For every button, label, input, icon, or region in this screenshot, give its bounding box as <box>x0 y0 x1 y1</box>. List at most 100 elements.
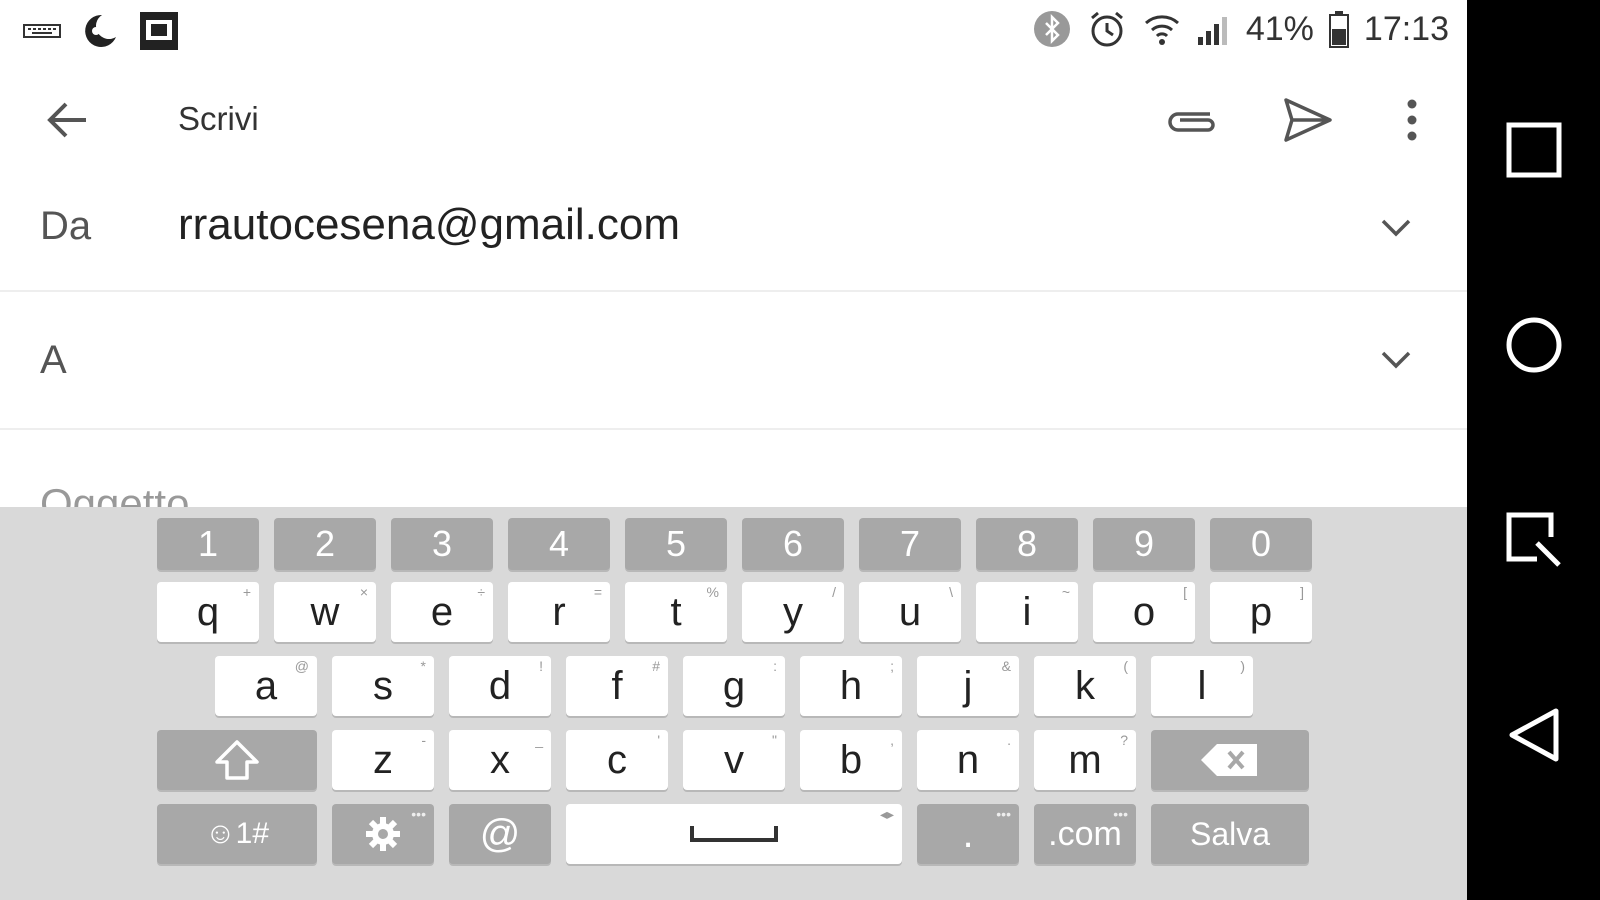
key-secondary-label: ! <box>539 658 543 674</box>
number-key[interactable]: 8 <box>976 518 1078 570</box>
recents-button[interactable] <box>1467 95 1600 205</box>
key-label: l <box>1197 663 1207 708</box>
letter-key[interactable]: v " <box>683 730 785 790</box>
key-secondary-label: ? <box>1120 732 1128 748</box>
key-label: x <box>490 737 510 782</box>
to-expand-button[interactable] <box>1370 340 1422 380</box>
signal-icon <box>1196 11 1232 47</box>
key-secondary-label: " <box>772 732 777 748</box>
letter-key[interactable]: b, <box>800 730 902 790</box>
letter-key[interactable]: g: <box>683 656 785 716</box>
shift-icon <box>215 740 259 780</box>
period-key[interactable]: . ••• <box>917 804 1019 864</box>
letter-key[interactable]: h; <box>800 656 902 716</box>
from-account[interactable]: rrautocesena@gmail.com <box>178 200 680 250</box>
letter-key[interactable]: k( <box>1034 656 1136 716</box>
space-key[interactable]: ◂▸ <box>566 804 902 864</box>
letter-key[interactable]: t% <box>625 582 727 642</box>
letter-key[interactable]: u \ <box>859 582 961 642</box>
key-label: 1 <box>197 523 219 564</box>
letter-key[interactable]: j & <box>917 656 1019 716</box>
key-label: e <box>430 589 454 634</box>
number-key[interactable]: 5 <box>625 518 727 570</box>
letter-key[interactable]: r = <box>508 582 610 642</box>
key-label: f <box>611 663 623 708</box>
letter-key[interactable]: e ÷ <box>391 582 493 642</box>
letter-key[interactable]: n. <box>917 730 1019 790</box>
key-secondary-label: + <box>242 584 251 600</box>
settings-key[interactable]: ••• <box>332 804 434 864</box>
backspace-key[interactable] <box>1151 730 1309 790</box>
key-secondary-label: × <box>359 584 368 600</box>
key-label: w <box>310 589 340 634</box>
key-secondary-label: * <box>420 658 426 674</box>
key-secondary-label: ~ <box>1061 584 1070 600</box>
more-options-button[interactable] <box>1384 88 1440 152</box>
number-key[interactable]: 3 <box>391 518 493 570</box>
to-field[interactable] <box>178 332 1328 392</box>
key-label: u <box>898 589 922 634</box>
number-key[interactable]: 2 <box>274 518 376 570</box>
key-label: i <box>1022 589 1032 634</box>
symbols-key-label: ☺1# <box>205 817 269 850</box>
key-label: 8 <box>1016 523 1038 564</box>
number-key[interactable]: 9 <box>1093 518 1195 570</box>
send-icon <box>1284 98 1332 142</box>
letter-key[interactable]: i ~ <box>976 582 1078 642</box>
recents-square-icon <box>1506 122 1561 178</box>
number-key[interactable]: 1 <box>157 518 259 570</box>
capture-button[interactable] <box>1467 485 1600 595</box>
letter-key[interactable]: d! <box>449 656 551 716</box>
key-label: 9 <box>1133 523 1155 564</box>
more-vert-icon <box>1407 99 1417 141</box>
key-secondary-label: = <box>593 584 602 600</box>
key-secondary-label: / <box>832 584 836 600</box>
back-button[interactable] <box>36 88 100 152</box>
key-secondary-label: \ <box>949 584 953 600</box>
shift-key[interactable] <box>157 730 317 790</box>
number-key[interactable]: 6 <box>742 518 844 570</box>
number-key[interactable]: 7 <box>859 518 961 570</box>
letter-key[interactable]: z- <box>332 730 434 790</box>
key-secondary-label: # <box>652 658 660 674</box>
letter-key[interactable]: f # <box>566 656 668 716</box>
letter-key[interactable]: y / <box>742 582 844 642</box>
letter-key[interactable]: p] <box>1210 582 1312 642</box>
key-label: k <box>1075 663 1095 708</box>
symbols-key[interactable]: ☺1# <box>157 804 317 864</box>
moon-app-icon <box>80 11 120 51</box>
letter-key[interactable]: c ' <box>566 730 668 790</box>
at-key[interactable]: @ <box>449 804 551 864</box>
number-key[interactable]: 4 <box>508 518 610 570</box>
back-triangle-icon <box>1509 708 1558 762</box>
key-label: y <box>783 589 803 634</box>
attach-button[interactable] <box>1160 88 1224 152</box>
letter-key[interactable]: o[ <box>1093 582 1195 642</box>
save-key[interactable]: Salva <box>1151 804 1309 864</box>
key-label: g <box>722 663 746 708</box>
battery-icon <box>1328 10 1350 48</box>
letter-key[interactable]: l) <box>1151 656 1253 716</box>
letter-key[interactable]: x _ <box>449 730 551 790</box>
key-secondary-label: : <box>773 658 777 674</box>
space-bar-icon <box>690 826 778 842</box>
from-row: Da rrautocesena@gmail.com <box>0 170 1467 292</box>
number-key[interactable]: 0 <box>1210 518 1312 570</box>
key-label: b <box>839 737 863 782</box>
from-expand-button[interactable] <box>1370 208 1422 248</box>
chevron-down-icon <box>1381 219 1411 237</box>
letter-key[interactable]: q + <box>157 582 259 642</box>
letter-key[interactable]: w × <box>274 582 376 642</box>
letter-key[interactable]: m? <box>1034 730 1136 790</box>
back-nav-button[interactable] <box>1467 680 1600 790</box>
letter-key[interactable]: a @ <box>215 656 317 716</box>
chevron-down-icon <box>1381 351 1411 369</box>
to-label: A <box>40 338 67 382</box>
dotcom-key[interactable]: .com ••• <box>1034 804 1136 864</box>
bluetooth-icon <box>1032 9 1072 49</box>
home-button[interactable] <box>1467 290 1600 400</box>
key-label: q <box>196 589 220 634</box>
on-screen-keyboard: ☺1# ••• @ ◂▸ . ••• .com ••• Salva 1 2 3 … <box>0 507 1467 900</box>
letter-key[interactable]: s * <box>332 656 434 716</box>
send-button[interactable] <box>1276 88 1340 152</box>
